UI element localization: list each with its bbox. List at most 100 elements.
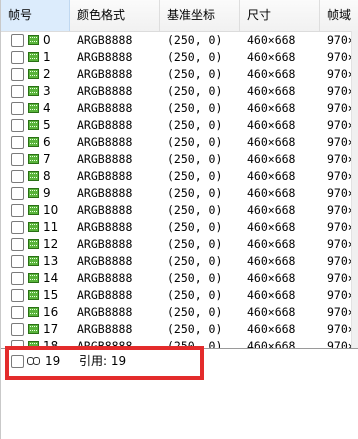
row-checkbox[interactable] — [11, 272, 24, 285]
size-cell: 460×668 — [247, 135, 296, 149]
frame-domain-cell: 970× — [327, 186, 353, 200]
color-format-cell: ARGB8888 — [77, 220, 133, 234]
table-row[interactable]: 5 ARGB8888 (250, 0) 460×668 970× — [1, 117, 358, 134]
table-row[interactable]: 17 ARGB8888 (250, 0) 460×668 970× — [1, 321, 358, 338]
row-checkbox[interactable] — [11, 51, 24, 64]
size-cell: 460×668 — [247, 339, 296, 348]
table-row[interactable]: 4 ARGB8888 (250, 0) 460×668 970× — [1, 100, 358, 117]
column-label-frame-domain: 帧域 — [327, 8, 352, 22]
frame-icon — [28, 120, 39, 130]
table-row[interactable]: 9 ARGB8888 (250, 0) 460×668 970× — [1, 185, 358, 202]
frame-number-cell: 3 — [43, 84, 51, 98]
color-format-cell: ARGB8888 — [77, 169, 133, 183]
size-cell: 460×668 — [247, 254, 296, 268]
frame-number-cell: 15 — [43, 288, 59, 302]
table-row[interactable]: 7 ARGB8888 (250, 0) 460×668 970× — [1, 151, 358, 168]
column-header-color-format[interactable]: 颜色格式 — [70, 0, 160, 31]
column-label-base-coord: 基准坐标 — [167, 8, 216, 22]
frame-number-cell: 12 — [43, 237, 59, 251]
frame-domain-cell: 970× — [327, 50, 353, 64]
table-row[interactable]: 13 ARGB8888 (250, 0) 460×668 970× — [1, 253, 358, 270]
row-checkbox[interactable] — [11, 187, 24, 200]
row-checkbox[interactable] — [11, 34, 24, 47]
table-row[interactable]: 11 ARGB8888 (250, 0) 460×668 970× — [1, 219, 358, 236]
base-coord-cell: (250, 0) — [167, 67, 223, 81]
base-coord-cell: (250, 0) — [167, 305, 223, 319]
frame-number-cell: 5 — [43, 118, 51, 132]
color-format-cell: ARGB8888 — [77, 237, 133, 251]
column-header-frame-number[interactable]: 帧号 — [1, 0, 70, 31]
row-checkbox[interactable] — [11, 323, 24, 336]
table-row[interactable]: 14 ARGB8888 (250, 0) 460×668 970× — [1, 270, 358, 287]
row-checkbox[interactable] — [11, 153, 24, 166]
frame-domain-cell: 970× — [327, 254, 353, 268]
table-row[interactable]: 6 ARGB8888 (250, 0) 460×668 970× — [1, 134, 358, 151]
base-coord-cell: (250, 0) — [167, 322, 223, 336]
frame-domain-cell: 970× — [327, 305, 353, 319]
column-header-base-coord[interactable]: 基准坐标 — [160, 0, 240, 31]
color-format-cell: ARGB8888 — [77, 322, 133, 336]
frame-icon — [28, 273, 39, 283]
base-coord-cell: (250, 0) — [167, 118, 223, 132]
table-row[interactable]: 1 ARGB8888 (250, 0) 460×668 970× — [1, 49, 358, 66]
size-cell: 460×668 — [247, 84, 296, 98]
table-row[interactable]: 12 ARGB8888 (250, 0) 460×668 970× — [1, 236, 358, 253]
row-checkbox[interactable] — [11, 136, 24, 149]
frame-number-cell: 2 — [43, 67, 51, 81]
base-coord-cell: (250, 0) — [167, 288, 223, 302]
row-checkbox[interactable] — [11, 204, 24, 217]
frame-icon — [28, 103, 39, 113]
table-row[interactable]: 16 ARGB8888 (250, 0) 460×668 970× — [1, 304, 358, 321]
size-cell: 460×668 — [247, 203, 296, 217]
row-checkbox[interactable] — [11, 238, 24, 251]
size-cell: 460×668 — [247, 101, 296, 115]
frame-number-cell: 1 — [43, 50, 51, 64]
base-coord-cell: (250, 0) — [167, 203, 223, 217]
base-coord-cell: (250, 0) — [167, 50, 223, 64]
row-checkbox[interactable] — [11, 255, 24, 268]
row-checkbox[interactable] — [11, 289, 24, 302]
frame-list-panel: 帧号 颜色格式 基准坐标 尺寸 帧域 0 ARGB8888 (250, 0) 460×… — [0, 0, 358, 439]
table-row[interactable]: 10 ARGB8888 (250, 0) 460×668 970× — [1, 202, 358, 219]
row-checkbox[interactable] — [11, 102, 24, 115]
base-coord-cell: (250, 0) — [167, 186, 223, 200]
base-coord-cell: (250, 0) — [167, 254, 223, 268]
frame-icon — [28, 256, 39, 266]
column-header-frame-domain[interactable]: 帧域 — [320, 0, 358, 31]
base-coord-cell: (250, 0) — [167, 101, 223, 115]
color-format-cell: ARGB8888 — [77, 135, 133, 149]
size-cell: 460×668 — [247, 220, 296, 234]
frame-domain-cell: 970× — [327, 84, 353, 98]
table-row[interactable]: 15 ARGB8888 (250, 0) 460×668 970× — [1, 287, 358, 304]
vertical-scrollbar[interactable] — [351, 31, 358, 351]
table-row[interactable]: 2 ARGB8888 (250, 0) 460×668 970× — [1, 66, 358, 83]
column-header-size[interactable]: 尺寸 — [240, 0, 320, 31]
row-checkbox[interactable] — [11, 306, 24, 319]
size-cell: 460×668 — [247, 118, 296, 132]
table-row[interactable]: 8 ARGB8888 (250, 0) 460×668 970× — [1, 168, 358, 185]
frame-icon — [28, 86, 39, 96]
size-cell: 460×668 — [247, 152, 296, 166]
color-format-cell: ARGB8888 — [77, 271, 133, 285]
frame-icon — [28, 35, 39, 45]
table-row[interactable]: 3 ARGB8888 (250, 0) 460×668 970× — [1, 83, 358, 100]
frame-domain-cell: 970× — [327, 33, 353, 47]
base-coord-cell: (250, 0) — [167, 135, 223, 149]
row-checkbox[interactable] — [11, 170, 24, 183]
row-checkbox[interactable] — [11, 221, 24, 234]
table-row[interactable]: 0 ARGB8888 (250, 0) 460×668 970× — [1, 32, 358, 49]
size-cell: 460×668 — [247, 237, 296, 251]
base-coord-cell: (250, 0) — [167, 33, 223, 47]
frame-number-cell: 13 — [43, 254, 59, 268]
frame-domain-cell: 970× — [327, 220, 353, 234]
color-format-cell: ARGB8888 — [77, 67, 133, 81]
base-coord-cell: (250, 0) — [167, 84, 223, 98]
frame-domain-cell: 970× — [327, 339, 353, 348]
frame-number-cell: 4 — [43, 101, 51, 115]
row-checkbox[interactable] — [11, 68, 24, 81]
frame-domain-cell: 970× — [327, 237, 353, 251]
row-checkbox[interactable] — [11, 119, 24, 132]
frame-domain-cell: 970× — [327, 288, 353, 302]
size-cell: 460×668 — [247, 305, 296, 319]
row-checkbox[interactable] — [11, 85, 24, 98]
